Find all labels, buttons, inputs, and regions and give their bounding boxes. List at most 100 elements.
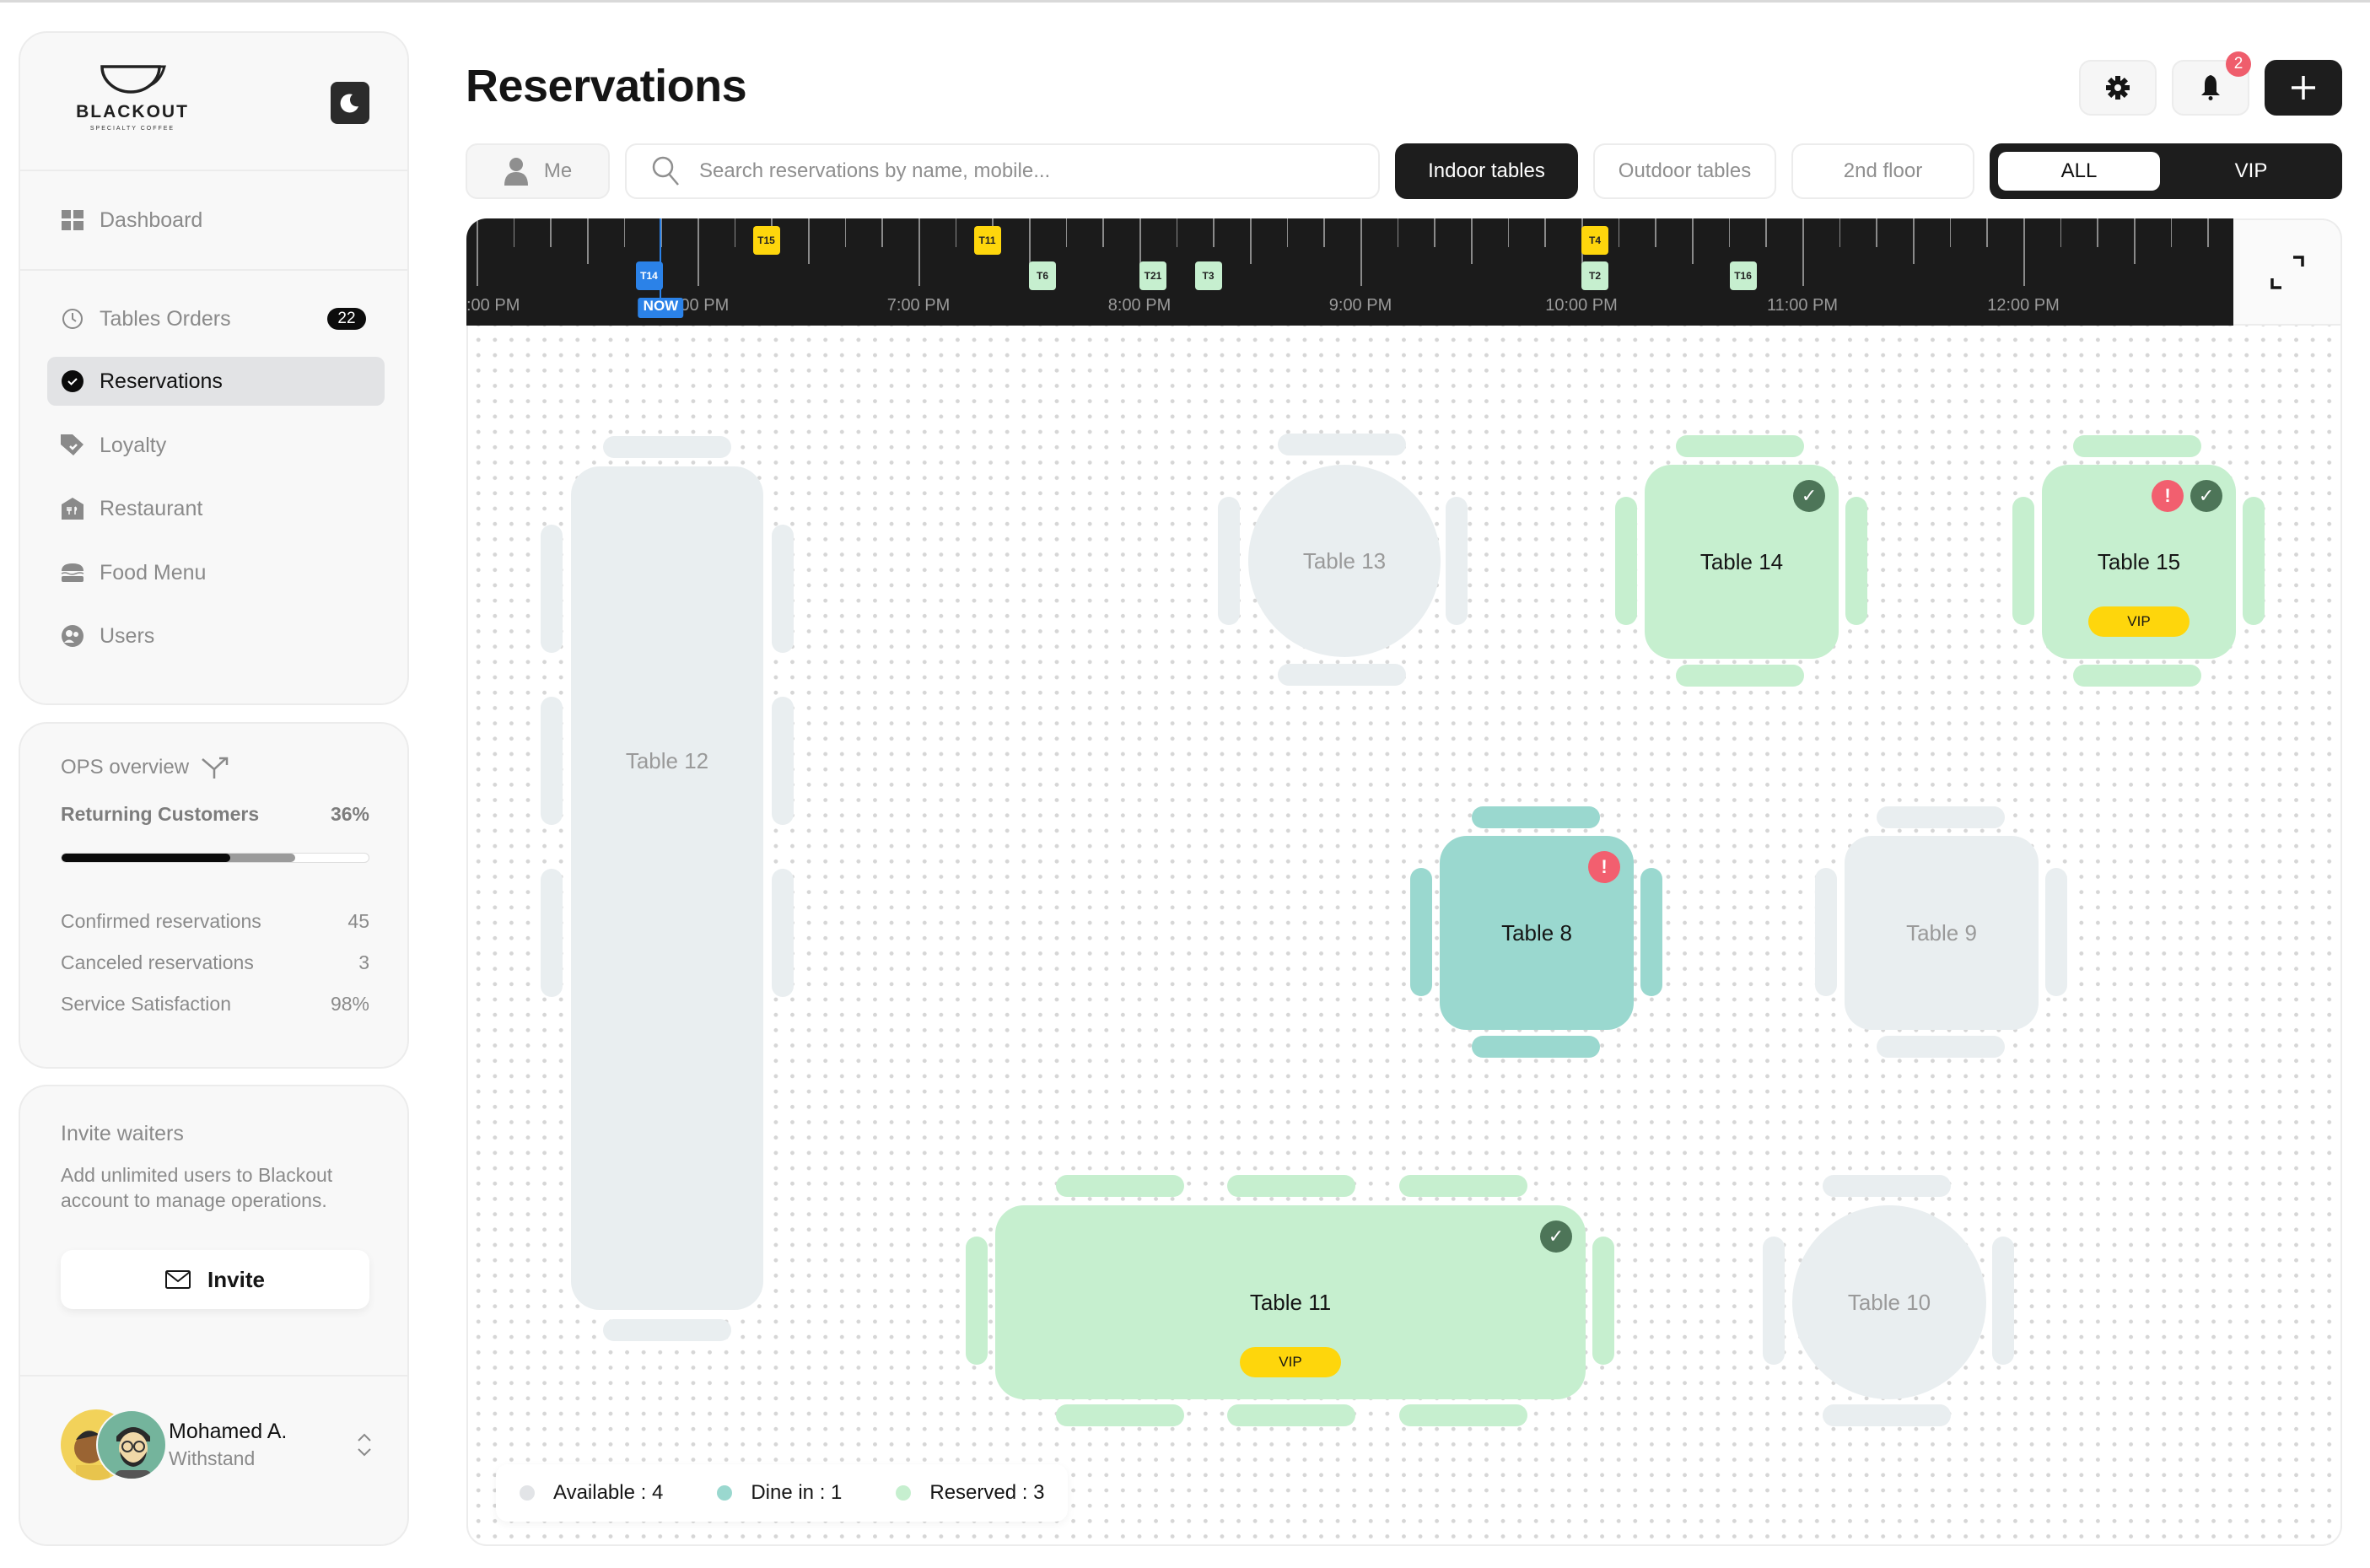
sidebar-item-food-menu[interactable]: Food Menu <box>47 548 385 597</box>
table-15[interactable]: Table 15 ! ✓ VIP <box>2042 465 2236 659</box>
check-circle-icon <box>61 369 84 393</box>
timeline-tick <box>1360 218 1362 286</box>
chair <box>1877 1036 2005 1058</box>
divider <box>20 1375 407 1377</box>
chair <box>2073 435 2201 457</box>
timeline-tick <box>1434 218 1435 247</box>
chair <box>1823 1175 1951 1197</box>
invite-button-label: Invite <box>207 1266 265 1292</box>
timeline-hour-label: 9:00 PM <box>1328 296 1392 315</box>
service-satisfaction-row: Service Satisfaction 98% <box>61 993 369 1016</box>
chevron-up-down-icon[interactable] <box>356 1431 373 1459</box>
table-label: Table 11 <box>1249 1289 1332 1315</box>
sidebar-item-loyalty[interactable]: Loyalty <box>47 421 385 470</box>
chair <box>966 1237 988 1365</box>
ops-title: OPS overview <box>61 756 231 779</box>
user-profile[interactable]: Mohamed A. Withstand <box>61 1407 373 1483</box>
invite-title: Invite waiters <box>61 1122 184 1145</box>
returning-customers-value: 36% <box>330 803 369 825</box>
timeline-tick <box>808 218 810 264</box>
segment-all[interactable]: ALL <box>1998 152 2160 191</box>
sidebar-item-tables-orders[interactable]: Tables Orders 22 <box>47 294 385 343</box>
reservation-timeline[interactable]: :00 PM 6:00 PM 7:00 PM 8:00 PM 9:00 PM 10:00 … <box>466 218 2233 326</box>
timeline-reservation-t4[interactable]: T4 <box>1581 226 1608 255</box>
timeline-reservation-t2[interactable]: T2 <box>1581 261 1608 290</box>
brand-logo[interactable]: BLACKOUT SPECIALTY COFFEE <box>61 63 204 132</box>
table-label: Table 9 <box>1906 919 1977 946</box>
tag-icon <box>61 434 84 457</box>
timeline-tick <box>1507 218 1510 247</box>
timeline-hour-label: 8:00 PM <box>1107 296 1172 315</box>
sidebar-nav-card: BLACKOUT SPECIALTY COFFEE Dashboard Tabl… <box>19 31 409 705</box>
me-filter-button[interactable]: Me <box>466 143 610 199</box>
sidebar-item-reservations[interactable]: Reservations <box>47 357 385 406</box>
chair <box>1399 1404 1527 1426</box>
stat-label: Canceled reservations <box>61 951 254 973</box>
split-arrow-icon[interactable] <box>201 756 231 779</box>
notifications-button[interactable]: 2 <box>2172 51 2251 116</box>
alert-icon: ! <box>2152 480 2184 512</box>
timeline-reservation-t21[interactable]: T21 <box>1139 261 1166 290</box>
search-bar[interactable] <box>625 143 1380 199</box>
chair <box>1640 868 1662 996</box>
chair <box>541 697 563 825</box>
segment-vip[interactable]: VIP <box>2170 152 2332 191</box>
expand-button[interactable] <box>2233 218 2342 326</box>
table-11[interactable]: Table 11 ✓ VIP <box>995 1205 1586 1399</box>
table-12[interactable]: Table 12 <box>571 466 763 1310</box>
sidebar-item-dashboard[interactable]: Dashboard <box>47 196 385 245</box>
invite-button[interactable]: Invite <box>61 1250 369 1309</box>
table-label: Table 13 <box>1302 547 1387 574</box>
timeline-tick <box>2097 218 2098 247</box>
search-input[interactable] <box>699 159 1357 183</box>
timeline-reservation-t14[interactable]: T14 <box>635 261 663 290</box>
chair <box>1227 1404 1355 1426</box>
vip-badge: VIP <box>2088 606 2190 637</box>
stat-value: 3 <box>358 951 369 973</box>
timeline-tick <box>1250 218 1252 264</box>
sidebar-item-restaurant[interactable]: Restaurant <box>47 484 385 533</box>
chair <box>1056 1175 1184 1197</box>
settings-button[interactable] <box>2079 60 2157 116</box>
tab-label: 2nd floor <box>1843 159 1923 182</box>
tab-indoor-tables[interactable]: Indoor tables <box>1395 143 1578 199</box>
legend-dot <box>717 1485 733 1501</box>
table-8[interactable]: Table 8 ! <box>1440 836 1634 1030</box>
sidebar-item-label: Dashboard <box>100 207 203 232</box>
timeline-tick <box>698 218 699 286</box>
sidebar-item-users[interactable]: Users <box>47 612 385 660</box>
chair <box>1410 868 1432 996</box>
chair <box>1845 497 1867 625</box>
legend-reserved: Reserved : 3 <box>896 1481 1044 1505</box>
timeline-reservation-t6[interactable]: T6 <box>1029 261 1056 290</box>
timeline-tick <box>1471 218 1473 264</box>
me-label: Me <box>543 159 573 182</box>
tab-2nd-floor[interactable]: 2nd floor <box>1791 143 1974 199</box>
timeline-hour-label: 7:00 PM <box>886 296 951 315</box>
table-14[interactable]: Table 14 ✓ <box>1645 465 1839 659</box>
timeline-tick <box>955 218 957 247</box>
table-13[interactable]: Table 13 <box>1248 465 1441 657</box>
chair <box>1399 1175 1527 1197</box>
timeline-reservation-t3[interactable]: T3 <box>1194 261 1222 290</box>
tab-outdoor-tables[interactable]: Outdoor tables <box>1593 143 1776 199</box>
table-10[interactable]: Table 10 <box>1792 1205 1986 1399</box>
expand-icon <box>2270 255 2304 289</box>
chair <box>1218 497 1240 625</box>
timeline-tick <box>1176 218 1178 247</box>
timeline-tick <box>1286 218 1289 247</box>
timeline-reservation-t16[interactable]: T16 <box>1729 261 1757 290</box>
table-9[interactable]: Table 9 <box>1845 836 2039 1030</box>
chair <box>1615 497 1637 625</box>
chair <box>603 1319 731 1341</box>
timeline-reservation-t11[interactable]: T11 <box>973 226 1001 255</box>
burger-icon <box>61 561 84 585</box>
timeline-tick <box>1102 218 1104 247</box>
brand-name: BLACKOUT <box>76 102 189 121</box>
timeline-reservation-t15[interactable]: T15 <box>752 226 780 255</box>
add-reservation-button[interactable] <box>2265 60 2342 116</box>
person-icon <box>504 158 528 186</box>
theme-toggle-button[interactable] <box>331 82 369 124</box>
user-role: Withstand <box>169 1447 256 1469</box>
sidebar-item-label: Food Menu <box>100 560 207 585</box>
